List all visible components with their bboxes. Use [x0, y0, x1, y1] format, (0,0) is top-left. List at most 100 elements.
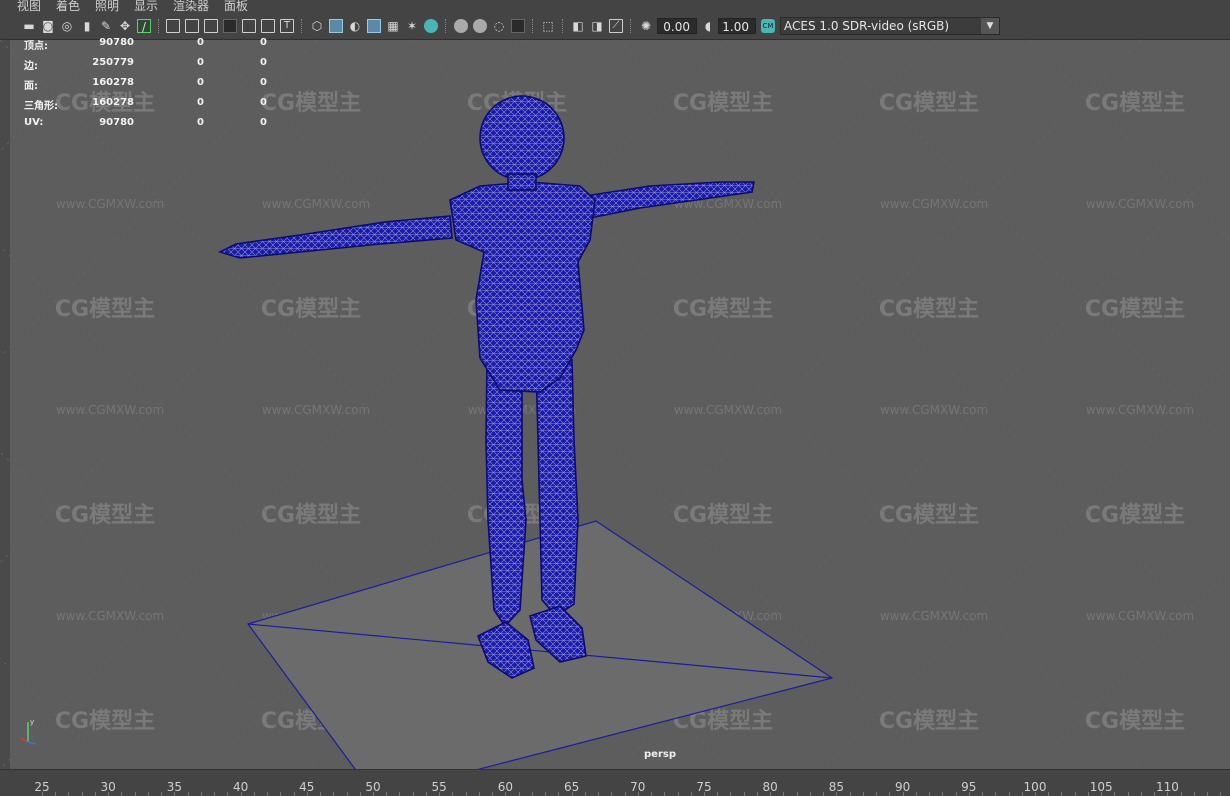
time-slider[interactable]: 25 30 35 40 45 50 55 60 65 70 75 80 85 90 95 100 105 110 — [0, 769, 1230, 796]
timeline-minor-tick — [147, 792, 149, 796]
timeline-minor-tick — [253, 792, 255, 796]
timeline-minor-tick — [796, 792, 798, 796]
timeline-minor-tick — [611, 792, 613, 796]
watermark-logo: CG模型主 — [673, 91, 773, 116]
timeline-minor-tick — [915, 792, 917, 796]
torso — [449, 181, 596, 393]
timeline-minor-tick — [730, 792, 732, 796]
timeline-minor-tick — [412, 792, 414, 796]
timeline-minor-tick — [1180, 792, 1182, 796]
neck — [507, 173, 537, 191]
timeline-minor-tick — [293, 792, 295, 796]
timeline-minor-tick — [756, 792, 758, 796]
timeline-minor-tick — [558, 792, 560, 796]
timeline-minor-tick — [386, 792, 388, 796]
timeline-minor-tick — [492, 792, 494, 796]
watermark-logo: CG模型主 — [673, 503, 773, 528]
timeline-minor-tick — [690, 792, 692, 796]
watermark-logo: CG模型主 — [55, 503, 155, 528]
watermark-logo: CG模型主 — [1085, 503, 1185, 528]
watermark-logo: CG模型主 — [1085, 91, 1185, 116]
watermark-logo: CG模型主 — [879, 709, 979, 734]
watermark-url: www.CGMXW.com — [1086, 609, 1194, 623]
watermark-url: www.CGMXW.com — [262, 197, 370, 211]
watermark-logo: CG模型主 — [261, 503, 361, 528]
left-leg — [485, 359, 527, 628]
watermark-url: www.CGMXW.com — [880, 197, 988, 211]
timeline-minor-tick — [214, 792, 216, 796]
watermark-logo: CG模型主 — [55, 709, 155, 734]
timeline-minor-tick — [134, 792, 136, 796]
watermark-logo: CG模型主 — [261, 297, 361, 322]
timeline-minor-tick — [68, 792, 70, 796]
watermark-logo: CG模型主 — [879, 91, 979, 116]
watermark-url: www.CGMXW.com — [56, 609, 164, 623]
timeline-minor-tick — [1061, 792, 1063, 796]
timeline-minor-tick — [1220, 792, 1222, 796]
watermark-logo: CG模型主 — [55, 297, 155, 322]
timeline-minor-tick — [545, 792, 547, 796]
watermark-url: www.CGMXW.com — [56, 197, 164, 211]
timeline-minor-tick — [942, 792, 944, 796]
maya-window: 视图 着色 照明 显示 渲染器 面板 ▬ ◙ ◎ ▮ ✎ ✥ / T ⬡ ◐ ▦… — [0, 0, 1230, 796]
timeline-minor-tick — [1114, 792, 1116, 796]
watermark-logo: CG模型主 — [1085, 297, 1185, 322]
timeline-minor-tick — [1207, 792, 1209, 796]
timeline-minor-tick — [876, 792, 878, 796]
ground-plane[interactable] — [247, 520, 834, 796]
timeline-minor-tick — [1140, 792, 1142, 796]
timeline-minor-tick — [399, 792, 401, 796]
timeline-minor-tick — [81, 792, 83, 796]
timeline-minor-tick — [121, 792, 123, 796]
timeline-minor-tick — [333, 792, 335, 796]
timeline-minor-tick — [108, 792, 110, 796]
timeline-minor-tick — [836, 792, 838, 796]
timeline-minor-tick — [929, 792, 931, 796]
timeline-minor-tick — [743, 792, 745, 796]
timeline-minor-tick — [1101, 792, 1103, 796]
timeline-minor-tick — [1048, 792, 1050, 796]
timeline-minor-tick — [280, 792, 282, 796]
hud-row-triangles: 三角形: 160278 0 0 — [24, 97, 267, 112]
timeline-minor-tick — [1074, 792, 1076, 796]
hud-row-edges: 边: 250779 0 0 — [24, 57, 267, 72]
timeline-minor-tick — [359, 792, 361, 796]
timeline-minor-tick — [783, 792, 785, 796]
watermark-logo: CG模型主 — [1085, 709, 1185, 734]
timeline-minor-tick — [1035, 792, 1036, 796]
timeline-minor-tick — [518, 792, 520, 796]
timeline-minor-tick — [94, 792, 96, 796]
timeline-minor-tick — [531, 792, 533, 796]
timeline-minor-tick — [240, 792, 242, 796]
timeline-minor-tick — [664, 792, 666, 796]
timeline-minor-tick — [598, 792, 600, 796]
timeline-minor-tick — [995, 792, 997, 796]
timeline-minor-tick — [465, 792, 467, 796]
timeline-minor-tick — [1193, 792, 1195, 796]
timeline-minor-tick — [902, 792, 904, 796]
timeline-minor-tick — [704, 792, 705, 796]
timeline-minor-tick — [982, 792, 984, 796]
hud-row-uvs: UV: 90780 0 0 — [24, 117, 267, 128]
hud-row-faces: 面: 160278 0 0 — [24, 77, 267, 92]
timeline-minor-tick — [571, 792, 573, 796]
timeline-minor-tick — [55, 792, 57, 796]
timeline-minor-tick — [174, 792, 176, 796]
timeline-minor-tick — [373, 792, 374, 796]
timeline-minor-tick — [1167, 792, 1169, 796]
timeline-minor-tick — [42, 792, 43, 796]
camera-name-label: persp — [644, 749, 676, 760]
hud-row-vertices: 顶点: 90780 0 0 — [24, 37, 267, 52]
timeline-minor-tick — [823, 792, 825, 796]
timeline-minor-tick — [1127, 792, 1129, 796]
timeline-minor-tick — [425, 792, 427, 796]
watermark-logo: CG模型主 — [673, 297, 773, 322]
head — [479, 95, 565, 181]
timeline-minor-tick — [889, 792, 891, 796]
right-leg — [535, 359, 579, 618]
timeline-minor-tick — [505, 792, 507, 796]
timeline-minor-tick — [320, 792, 322, 796]
timeline-minor-tick — [955, 792, 957, 796]
timeline-minor-tick — [187, 792, 189, 796]
timeline-minor-tick — [306, 792, 308, 796]
